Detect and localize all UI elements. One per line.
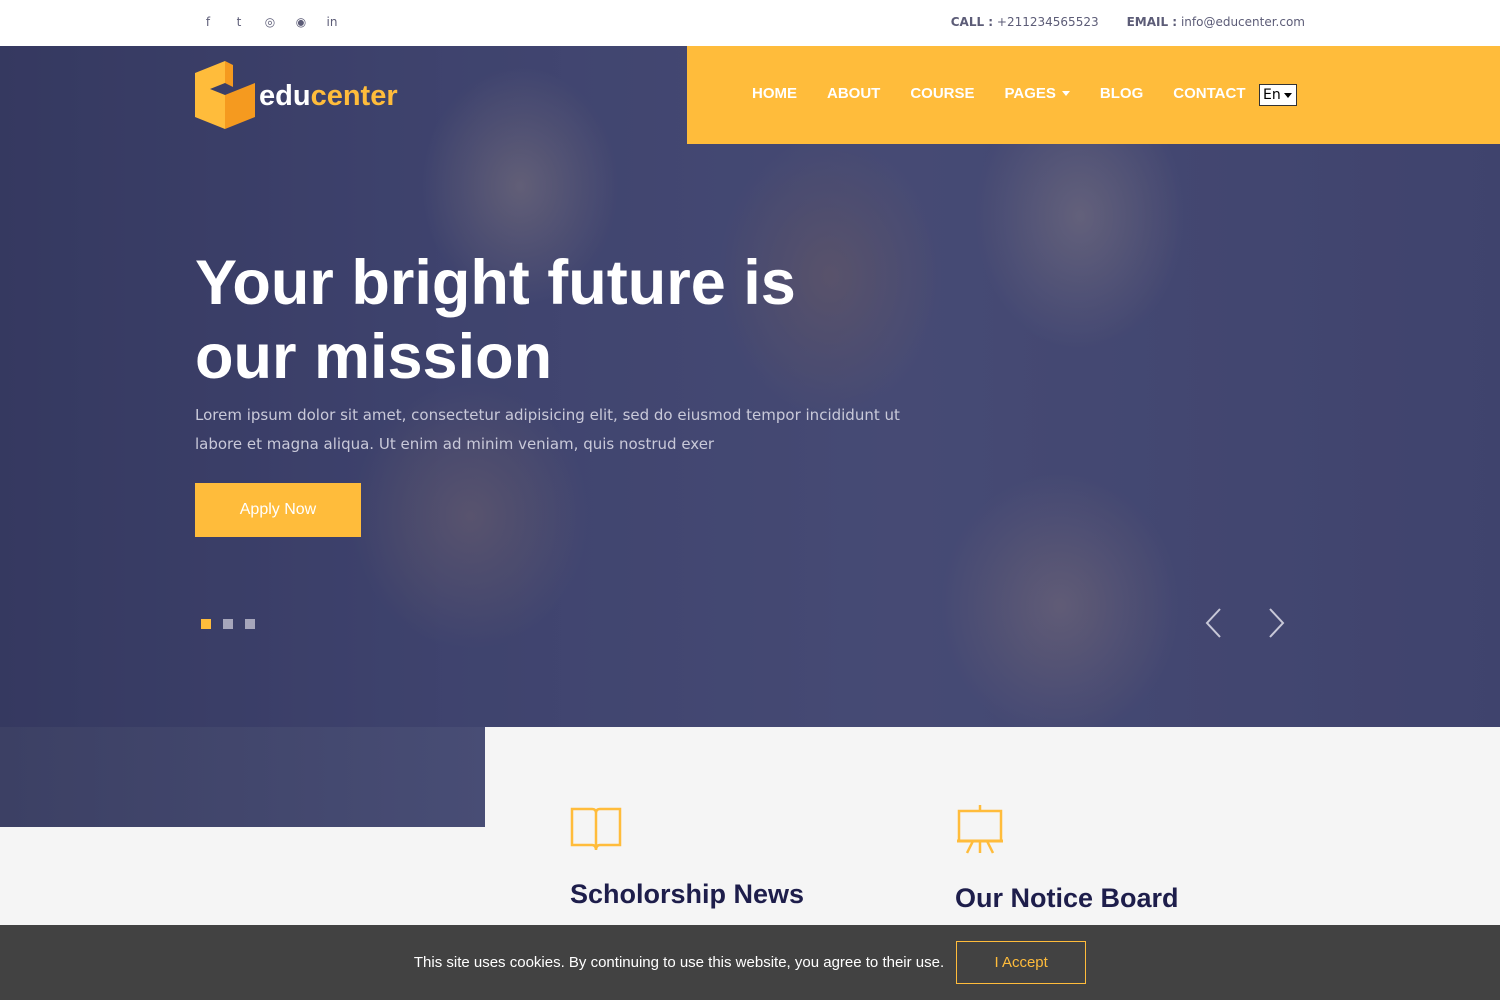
nav-course[interactable]: COURSE xyxy=(910,85,974,102)
main-navigation: HOME ABOUT COURSE PAGES BLOG CONTACT En xyxy=(687,46,1500,144)
hero-description: Lorem ipsum dolor sit amet, consectetur … xyxy=(195,406,900,453)
nav-pages-dropdown[interactable]: PAGES xyxy=(1005,85,1070,102)
phone-number[interactable]: +211234565523 xyxy=(997,15,1099,29)
instagram-icon[interactable]: ◎ xyxy=(262,14,278,30)
features-section: Scholorship News Our Notice Board xyxy=(485,727,1500,927)
feature-title: Scholorship News xyxy=(570,879,805,909)
twitter-icon[interactable]: t xyxy=(231,14,247,30)
email-label: EMAIL : xyxy=(1126,15,1178,29)
cookie-message: This site uses cookies. By continuing to… xyxy=(413,954,945,971)
hero-slider: educenter HOME ABOUT COURSE PAGES BLOG C… xyxy=(0,46,1500,727)
feature-notice-board[interactable]: Our Notice Board xyxy=(955,805,1179,914)
hero-background-extension xyxy=(0,727,485,827)
site-logo[interactable]: educenter xyxy=(195,61,398,129)
nav-home-label: HOME xyxy=(752,85,797,102)
nav-course-label: COURSE xyxy=(910,85,975,102)
apply-now-button[interactable]: Apply Now xyxy=(195,483,361,537)
nav-about-label: ABOUT xyxy=(827,85,881,102)
github-icon[interactable]: ◉ xyxy=(293,14,309,30)
language-select[interactable]: En xyxy=(1259,84,1297,106)
nav-blog[interactable]: BLOG xyxy=(1100,85,1143,102)
slide-dot-1[interactable] xyxy=(201,619,211,629)
call-label: CALL : xyxy=(950,15,994,29)
hero-title: Your bright future is our mission xyxy=(195,248,796,392)
nav-home[interactable]: HOME xyxy=(752,85,797,102)
slider-pagination xyxy=(201,619,255,629)
logo-text: educenter xyxy=(259,80,398,113)
chevron-down-icon xyxy=(1061,91,1070,96)
email-address[interactable]: info@educenter.com xyxy=(1181,15,1305,29)
accept-cookies-button[interactable]: I Accept xyxy=(956,941,1087,984)
language-value: En xyxy=(1263,87,1281,103)
nav-contact-label: CONTACT xyxy=(1173,85,1246,102)
phone-contact[interactable]: CALL : +211234565523 xyxy=(951,15,1099,29)
email-contact[interactable]: EMAIL : info@educenter.com xyxy=(1127,15,1305,29)
slide-dot-3[interactable] xyxy=(245,619,255,629)
nav-pages-label: PAGES xyxy=(1004,85,1056,102)
nav-menu: HOME ABOUT COURSE PAGES BLOG CONTACT xyxy=(752,85,1245,102)
cookie-consent-bar: This site uses cookies. By continuing to… xyxy=(0,925,1500,1000)
chevron-left-icon[interactable] xyxy=(1202,606,1228,640)
nav-blog-label: BLOG xyxy=(1099,85,1144,102)
feature-title: Our Notice Board xyxy=(955,883,1179,913)
book-icon xyxy=(570,807,622,851)
logo-cube-icon xyxy=(195,61,255,129)
top-bar: f t ◎ ◉ in CALL : +211234565523 EMAIL : … xyxy=(0,0,1500,46)
chevron-down-icon xyxy=(1283,92,1292,98)
contact-info: CALL : +211234565523 EMAIL : info@educen… xyxy=(951,15,1305,29)
nav-about[interactable]: ABOUT xyxy=(827,85,880,102)
logo-text-center: center xyxy=(310,79,398,112)
slide-dot-2[interactable] xyxy=(223,619,233,629)
linkedin-icon[interactable]: in xyxy=(324,14,340,30)
facebook-icon[interactable]: f xyxy=(200,14,216,30)
notice-board-icon xyxy=(957,805,1003,854)
logo-text-edu: edu xyxy=(259,79,311,112)
feature-scholarship-news[interactable]: Scholorship News xyxy=(570,805,804,910)
social-links: f t ◎ ◉ in xyxy=(200,14,340,30)
nav-contact[interactable]: CONTACT xyxy=(1173,85,1245,102)
chevron-right-icon[interactable] xyxy=(1262,606,1288,640)
